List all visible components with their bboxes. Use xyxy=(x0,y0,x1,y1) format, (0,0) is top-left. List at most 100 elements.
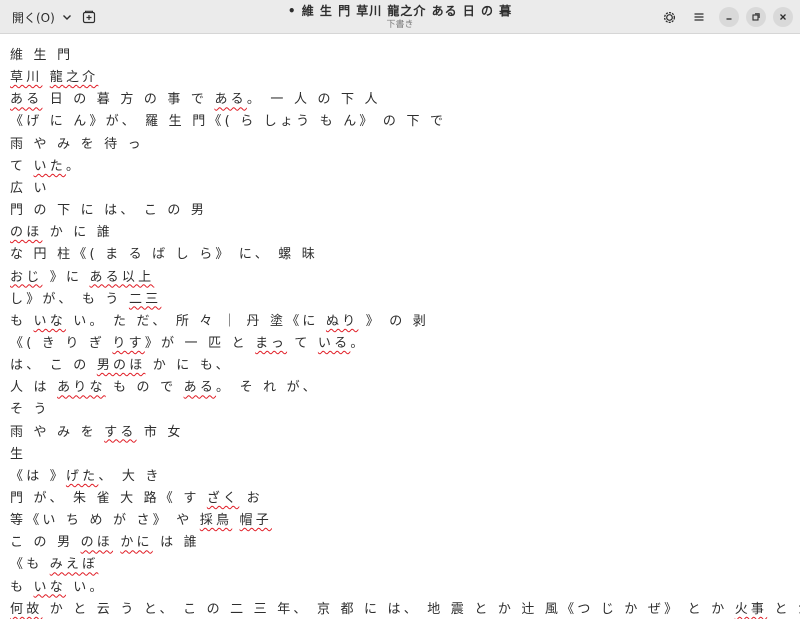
text-run: お xyxy=(239,491,263,506)
minimize-icon xyxy=(726,18,732,20)
text-line: も いな い。 た だ、 所 々 ｜ 丹 塗《に ぬり 》 の 剥 xyxy=(10,313,429,331)
text-run: 広 い xyxy=(10,180,50,196)
text-run: か に も、 xyxy=(145,358,232,374)
misspelled-word: ある以上 xyxy=(89,269,155,285)
maximize-icon xyxy=(752,13,760,21)
misspelled-word: のほ xyxy=(80,535,114,551)
text-run: 維 生 門 xyxy=(10,48,74,63)
text-line: 何故 か と 云 う と、 こ の 二 三 年、 京 都 に は、 地 震 と … xyxy=(10,601,800,619)
document-subtitle: 下書き xyxy=(386,20,414,30)
misspelled-word: 草川 xyxy=(10,70,43,86)
settings-icon xyxy=(663,11,675,23)
text-line: 雨 や み を 待 っ xyxy=(10,136,144,154)
text-line: 雨 や み を する 市 女 xyxy=(10,424,184,442)
misspelled-word: りす xyxy=(112,335,145,351)
new-tab-icon xyxy=(82,10,96,24)
text-run: 門 の 下 に は、 こ の 男 xyxy=(10,203,208,219)
text-line: 生 xyxy=(10,446,26,464)
misspelled-word: かに xyxy=(120,535,153,551)
misspelled-word: ある xyxy=(183,380,217,396)
text-editor-area[interactable]: 維 生 門草川 龍之介 ある 日 の 暮 方 の 事 で ある。 一 人 の 下 … xyxy=(0,34,800,619)
text-run: 等《い ち め が さ》 や xyxy=(10,513,200,529)
text-line: 草川 龍之介 xyxy=(10,69,98,87)
text-run: な 円 柱《( ま る ば し ら》 に、 螺 昧 xyxy=(10,247,319,263)
misspelled-word: ぬり xyxy=(325,313,359,329)
text-run: い。 xyxy=(65,579,106,595)
misspelled-word: おじ xyxy=(10,269,43,285)
text-line: 人 は ありな も の で ある。 そ れ が、 xyxy=(10,379,319,397)
text-line: は、 こ の 男のほ か に も、 xyxy=(10,357,232,375)
text-run: 生 xyxy=(10,446,27,462)
text-run: 。 一 人 の 下 人 xyxy=(246,92,381,108)
misspelled-word: ありな xyxy=(57,380,106,396)
text-run: か に 誰 xyxy=(42,225,114,241)
text-line: て いた。 xyxy=(10,158,82,176)
text-run: 雨 や み を xyxy=(10,424,105,440)
text-run: 。 xyxy=(350,335,367,351)
text-run: て xyxy=(287,335,318,351)
misspelled-word: 帽子 xyxy=(239,513,272,529)
text-run: か と 云 う と、 こ の 二 三 年、 京 都 に は、 地 震 と か 辻… xyxy=(42,601,735,617)
text-line: 等《い ち め が さ》 や 採鳥 帽子 xyxy=(10,512,272,530)
misspelled-word: ある xyxy=(10,92,43,108)
text-run: 市 女 xyxy=(136,424,184,440)
document-title: • 維 生 門 草川 龍之介 ある 日 の 暮 xyxy=(287,4,513,18)
text-run: 門 が、 朱 雀 大 路《 す xyxy=(10,491,207,506)
misspelled-word: する xyxy=(104,424,137,440)
text-line: 《も みえぼ xyxy=(10,556,98,574)
text-run: そ う xyxy=(10,402,50,418)
close-button[interactable] xyxy=(773,7,793,27)
text-line: な 円 柱《( ま る ば し ら》 に、 螺 昧 xyxy=(10,246,318,264)
text-line: 門 が、 朱 雀 大 路《 す ざく お xyxy=(10,490,263,508)
text-run: は 誰 xyxy=(152,535,200,551)
text-run: 日 の 暮 方 の 事 で xyxy=(42,92,215,108)
minimize-button[interactable] xyxy=(719,7,739,27)
text-run xyxy=(42,70,49,85)
text-run: 雨 や み を 待 っ xyxy=(10,136,144,152)
text-run xyxy=(232,513,239,528)
open-button[interactable]: 開く(O) xyxy=(6,6,79,28)
maximize-button[interactable] xyxy=(746,7,766,27)
new-tab-button[interactable] xyxy=(80,8,98,26)
text-line: 《げ に ん》が、 羅 生 門《( ら しょう も ん》 の 下 で xyxy=(10,113,446,131)
text-run: 》 の 剥 xyxy=(358,313,429,329)
misspelled-word: いた xyxy=(33,158,66,174)
misspelled-word: げた xyxy=(65,468,99,484)
text-run: も xyxy=(10,579,34,595)
text-run: 《は 》 xyxy=(10,468,66,484)
text-line: ある 日 の 暮 方 の 事 で ある。 一 人 の 下 人 xyxy=(10,91,381,109)
text-run: し》が、 も う xyxy=(10,291,129,307)
close-icon xyxy=(780,14,786,20)
misspelled-word: いな xyxy=(33,313,66,329)
text-line: も いな い。 xyxy=(10,579,106,597)
text-run: こ の 男 xyxy=(10,535,81,551)
settings-button[interactable] xyxy=(660,8,678,26)
text-run: 、 大 き xyxy=(98,468,162,484)
text-run: も の で xyxy=(105,380,184,396)
text-run: は、 こ の xyxy=(10,358,97,374)
text-line: そ う xyxy=(10,401,50,419)
misspelled-word: 何故 xyxy=(10,601,43,617)
chevron-down-icon xyxy=(62,15,71,20)
text-line: し》が、 も う 二三 xyxy=(10,291,161,309)
misspelled-word: みえぼ xyxy=(49,557,99,573)
text-run: も xyxy=(10,313,34,329)
misspelled-word: 採鳥 xyxy=(199,513,233,529)
text-line: 《は 》げた、 大 き xyxy=(10,468,162,486)
header-bar: 開く(O) • 維 生 門 草川 龍之介 ある 日 の 暮 下書き xyxy=(0,0,800,34)
misspelled-word: 火事 xyxy=(734,601,768,617)
text-run: い。 た だ、 所 々 ｜ 丹 塗《に xyxy=(65,313,326,329)
misspelled-word: 二三 xyxy=(128,291,162,307)
text-run: 《も xyxy=(10,557,50,573)
text-run: て xyxy=(10,158,34,174)
text-run: 人 は xyxy=(10,380,58,396)
text-run: 《( き り ぎ xyxy=(10,335,113,351)
text-line: こ の 男 のほ かに は 誰 xyxy=(10,534,200,552)
text-run: 。 xyxy=(65,158,83,174)
text-run: 》が 一 匹 と xyxy=(144,335,256,351)
misspelled-word: のほ xyxy=(10,225,43,241)
misspelled-word: いな xyxy=(33,579,66,595)
misspelled-word: 男のほ xyxy=(96,358,146,374)
text-run: 《げ に ん》が、 羅 生 門《( ら しょう も ん》 の 下 で xyxy=(10,114,447,130)
main-menu-button[interactable] xyxy=(690,8,708,26)
